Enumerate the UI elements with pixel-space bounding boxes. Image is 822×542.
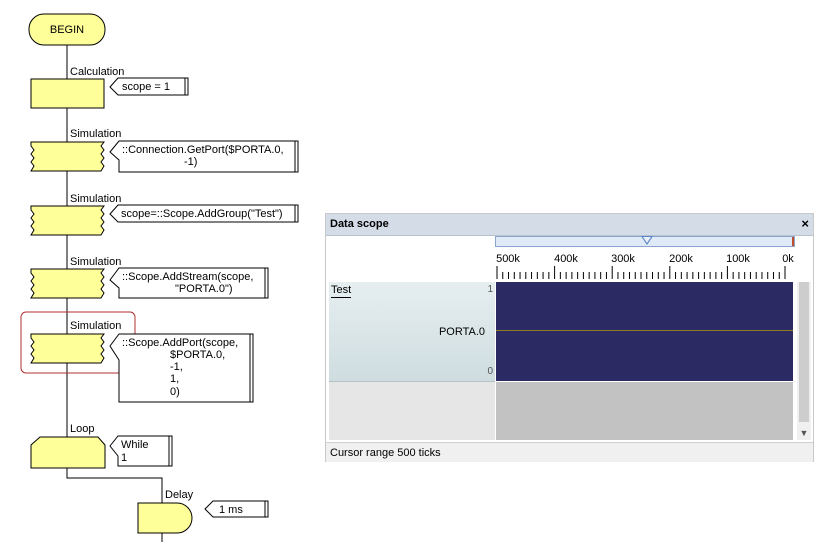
close-icon[interactable]: × (801, 216, 809, 231)
ruler-label: 0k (782, 253, 794, 265)
ruler-label: 400k (554, 253, 578, 265)
comment-line: -1, (170, 361, 183, 373)
vertical-scrollbar[interactable]: ▼ (797, 282, 811, 440)
comment-line: ::Connection.GetPort($PORTA.0, (122, 144, 284, 156)
comment-scroll[interactable]: ::Connection.GetPort($PORTA.0, -1) (109, 140, 299, 173)
slider-end-marker (792, 237, 794, 246)
comment-scroll[interactable]: 1 ms (204, 500, 269, 518)
delay-block[interactable]: Delay (137, 489, 194, 534)
block-caption: Simulation (70, 320, 121, 332)
ruler-label: 200k (669, 253, 693, 265)
simulation-block[interactable]: Simulation (30, 193, 121, 236)
flow-connector-loop (66, 468, 163, 503)
time-range-slider[interactable] (495, 236, 795, 247)
group-label-area[interactable]: Test PORTA.0 1 0 (329, 282, 495, 382)
begin-block[interactable]: BEGIN (28, 13, 106, 46)
group-name[interactable]: Test (331, 284, 352, 298)
comment-line: scope = 1 (122, 81, 170, 93)
data-scope-titlebar[interactable]: Data scope × (326, 214, 813, 236)
ruler-label: 300k (611, 253, 635, 265)
empty-label-area (329, 382, 495, 440)
block-caption: Loop (70, 423, 94, 435)
simulation-block-selected[interactable]: Simulation (30, 320, 121, 364)
comment-line: While (121, 439, 149, 451)
block-caption: Calculation (70, 66, 124, 78)
loop-block[interactable]: Loop (30, 423, 106, 469)
comment-scroll[interactable]: scope=::Scope.AddGroup("Test") (109, 204, 299, 223)
comment-line: -1) (184, 156, 197, 168)
ruler-label: 100k (726, 253, 750, 265)
y-min-label: 0 (487, 366, 493, 377)
time-ruler: 500k 400k 300k 200k 100k 0k (495, 252, 795, 280)
comment-scroll[interactable]: scope = 1 (109, 77, 189, 96)
simulation-block[interactable]: Simulation (30, 256, 121, 299)
block-caption: Delay (165, 489, 194, 501)
cursor-triangle-icon[interactable] (641, 236, 653, 245)
data-scope-title: Data scope (330, 218, 389, 230)
scrollbar-thumb[interactable] (799, 282, 809, 422)
data-scope-panel: Data scope × 500k 400k 300k 200k 100k 0k… (325, 213, 814, 462)
comment-line: ::Scope.AddStream(scope, (122, 271, 253, 283)
comment-scroll[interactable]: While 1 (109, 435, 173, 467)
comment-line: 0) (170, 386, 180, 398)
status-bar: Cursor range 500 ticks (326, 442, 813, 462)
comment-line: scope=::Scope.AddGroup("Test") (121, 208, 283, 220)
stream-name: PORTA.0 (438, 326, 485, 338)
comment-line: $PORTA.0, (170, 349, 225, 361)
comment-line: 1 ms (219, 504, 243, 516)
comment-line: ::Scope.AddPort(scope, (122, 337, 238, 349)
waveform-plot[interactable] (496, 282, 793, 381)
y-max-label: 1 (487, 284, 493, 295)
begin-label: BEGIN (50, 24, 84, 36)
comment-scroll[interactable]: ::Scope.AddStream(scope, "PORTA.0") (109, 267, 269, 299)
porta-0-trace (496, 330, 793, 331)
block-caption: Simulation (70, 193, 121, 205)
comment-line: 1, (170, 373, 179, 385)
comment-line: 1 (121, 452, 127, 464)
block-caption: Simulation (70, 128, 121, 140)
ruler-label: 500k (496, 253, 520, 265)
chevron-down-icon[interactable]: ▼ (797, 426, 811, 440)
block-caption: Simulation (70, 256, 121, 268)
empty-plot-area (496, 382, 793, 440)
comment-line: "PORTA.0") (175, 283, 233, 295)
status-text: Cursor range 500 ticks (330, 447, 441, 459)
comment-scroll[interactable]: ::Scope.AddPort(scope, $PORTA.0, -1, 1, … (109, 333, 254, 403)
simulation-block[interactable]: Simulation (30, 128, 121, 172)
